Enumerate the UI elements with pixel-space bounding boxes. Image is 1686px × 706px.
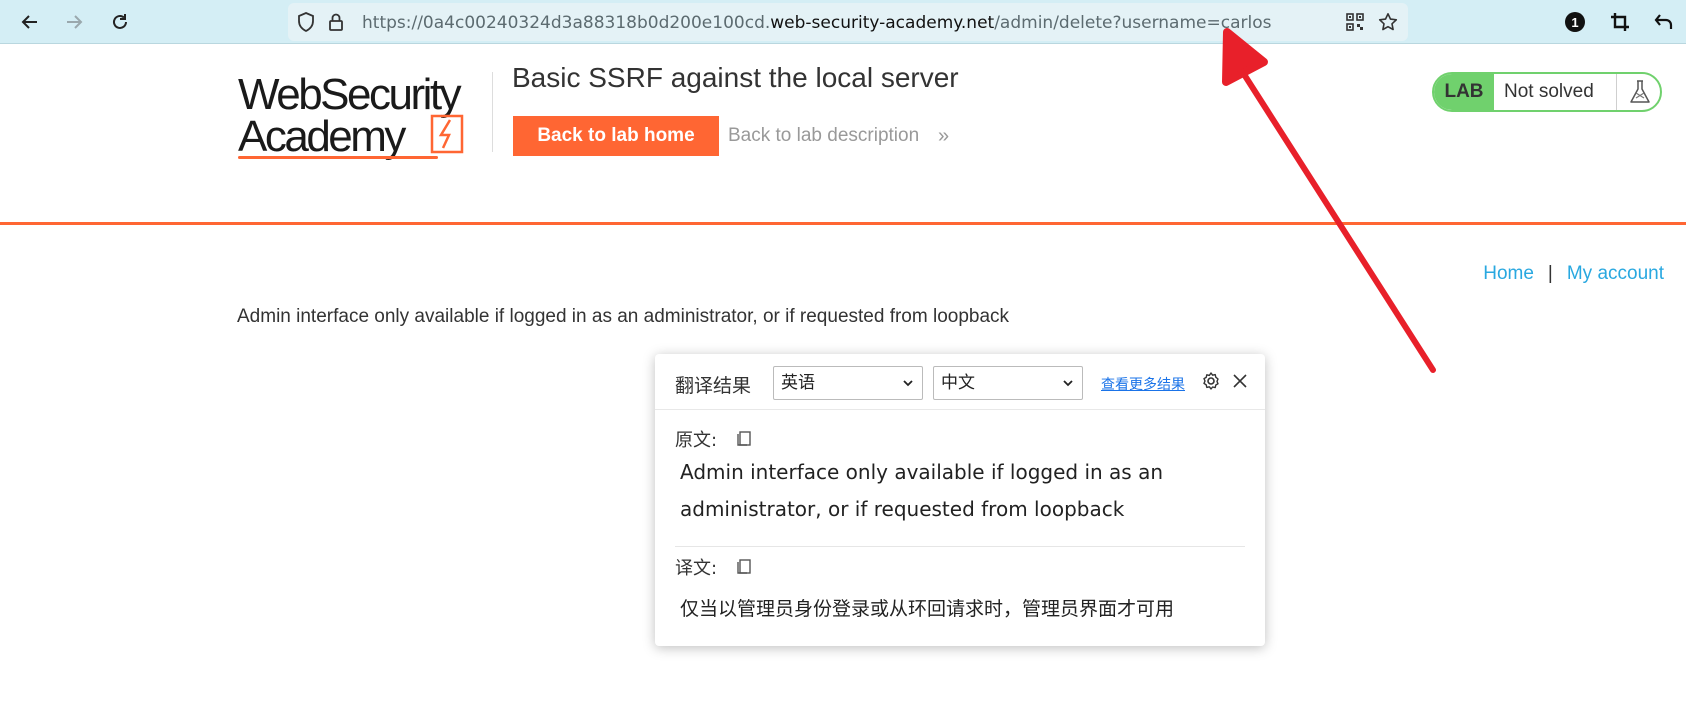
source-text: Admin interface only available if logged…: [680, 460, 1163, 521]
nav-my-account-link[interactable]: My account: [1567, 263, 1664, 284]
url-path: /admin/delete?username=carlos: [994, 13, 1272, 33]
logo-underline: [238, 156, 438, 159]
close-icon[interactable]: [1230, 371, 1250, 391]
target-language-value: 中文: [941, 373, 975, 393]
status-divider: [1616, 74, 1617, 110]
translated-text: 仅当以管理员身份登录或从环回请求时，管理员界面才可用: [680, 598, 1175, 620]
logo-bolt-icon: [430, 114, 464, 154]
admin-interface-message: Admin interface only available if logged…: [237, 306, 1010, 327]
more-results-link[interactable]: 查看更多结果: [1101, 374, 1185, 394]
gear-icon[interactable]: [1201, 371, 1221, 391]
web-security-academy-logo[interactable]: WebSecurity Academy: [238, 70, 488, 161]
back-arrow-icon[interactable]: [14, 6, 46, 38]
nav-separator: |: [1547, 263, 1553, 284]
back-to-lab-description-link[interactable]: Back to lab description: [728, 125, 919, 147]
lab-badge: LAB: [1434, 74, 1494, 110]
browser-toolbar: https://0a4c00240324d3a88318b0d200e100cd…: [0, 0, 1686, 44]
svg-text:1: 1: [1571, 15, 1578, 30]
undo-arrow-icon[interactable]: [1648, 6, 1680, 38]
chevron-down-icon: [1063, 380, 1073, 387]
header-rule: [0, 222, 1686, 225]
copy-translation-icon[interactable]: [735, 557, 753, 575]
extension-badge-icon[interactable]: 1: [1559, 6, 1591, 38]
qr-code-icon[interactable]: [1345, 12, 1365, 32]
url-domain: web-security-academy.net: [770, 13, 995, 33]
copy-source-icon[interactable]: [735, 429, 753, 447]
lab-status-widget[interactable]: LAB Not solved: [1432, 72, 1662, 112]
bookmark-star-icon[interactable]: [1378, 12, 1398, 32]
back-to-lab-home-button[interactable]: Back to lab home: [513, 116, 719, 156]
lab-status-text: Not solved: [1504, 81, 1594, 102]
popup-divider: [675, 546, 1245, 547]
shield-icon[interactable]: [296, 12, 316, 32]
popup-title: 翻译结果: [675, 375, 752, 397]
chevron-down-icon: [903, 380, 913, 387]
source-label: 原文:: [675, 430, 718, 451]
top-nav: Home | My account: [1483, 263, 1664, 285]
reload-icon[interactable]: [104, 6, 136, 38]
flask-icon: [1630, 80, 1650, 103]
address-bar[interactable]: https://0a4c00240324d3a88318b0d200e100cd…: [288, 3, 1408, 41]
logo-text-line2: Academy: [238, 112, 406, 161]
url-prefix: https://0a4c00240324d3a88318b0d200e100cd…: [362, 13, 771, 33]
header-divider: [492, 72, 493, 152]
url-text[interactable]: https://0a4c00240324d3a88318b0d200e100cd…: [362, 13, 1271, 33]
source-language-select[interactable]: 英语: [773, 366, 923, 400]
forward-arrow-icon[interactable]: [58, 6, 90, 38]
translation-popup: 翻译结果 英语 中文 查看更多结果 原文: Admin interface on…: [655, 354, 1265, 646]
source-language-value: 英语: [781, 373, 815, 393]
lab-title: Basic SSRF against the local server: [512, 62, 959, 93]
lock-icon[interactable]: [326, 12, 346, 32]
double-chevron-right-icon: »: [938, 125, 950, 147]
target-label: 译文:: [675, 558, 718, 579]
nav-home-link[interactable]: Home: [1483, 263, 1534, 284]
target-language-select[interactable]: 中文: [933, 366, 1083, 400]
translation-popup-header: 翻译结果 英语 中文 查看更多结果: [655, 354, 1265, 410]
crop-icon[interactable]: [1604, 6, 1636, 38]
